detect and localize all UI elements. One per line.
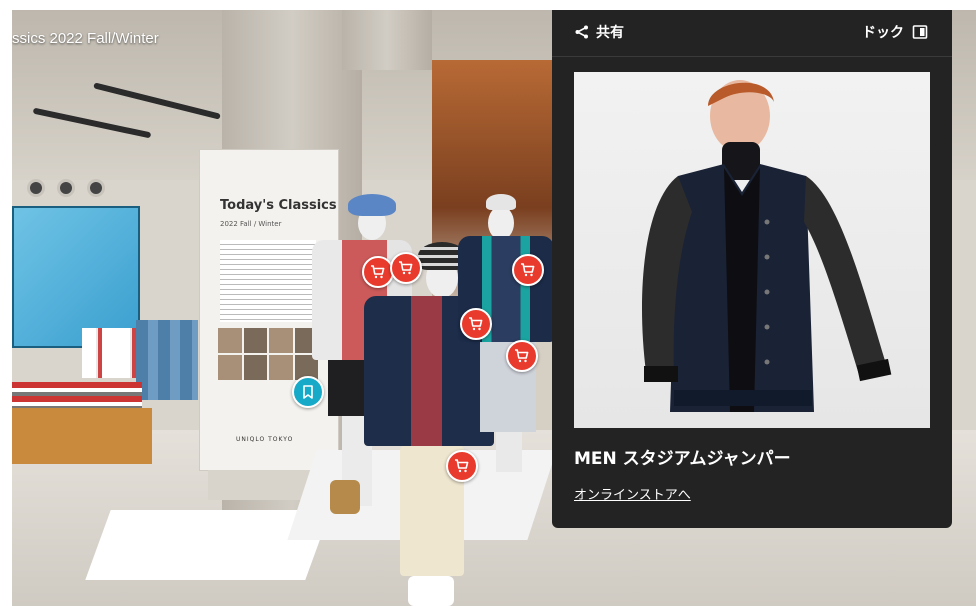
display-table [12,408,152,464]
product-name: MEN スタジアムジャンパー [574,449,791,469]
display-screen-wall [12,206,140,348]
dock-button[interactable]: ドック [862,22,928,42]
product-photo [641,80,892,412]
cart-hotspot[interactable] [512,254,544,286]
panel-header: 共有 ドック [552,10,952,57]
cart-hotspot[interactable] [506,340,538,372]
share-icon [575,25,588,39]
product-image [574,72,930,428]
bookmark-icon [303,385,313,399]
cart-icon [515,349,529,363]
poster-title: Today's Classics [220,198,337,213]
dock-label: ドック [862,25,904,41]
cart-hotspot[interactable] [390,252,422,284]
cart-hotspot[interactable] [460,308,492,340]
cart-icon [455,459,469,473]
bookmark-hotspot[interactable] [292,376,324,408]
online-store-link[interactable]: オンラインストアへ [574,484,691,503]
cart-icon [399,261,413,275]
poster-logo: UNIQLO TOKYO [236,436,294,443]
tshirt-rack [82,328,142,378]
product-panel: 共有 ドック MEN スタジアムジャンパー オンラインストアへ [552,10,952,528]
tour-title: ssics 2022 Fall/Winter [12,30,159,47]
cart-hotspot[interactable] [362,256,394,288]
dock-icon [912,25,928,39]
concrete-pillar [342,10,432,70]
jeans-rack [136,320,198,400]
cart-hotspot[interactable] [446,450,478,482]
poster-photo-grid [218,328,318,380]
poster-subtitle: 2022 Fall / Winter [220,220,282,228]
cart-icon [521,263,535,277]
share-label: 共有 [596,25,624,41]
share-button[interactable]: 共有 [574,22,624,42]
cart-icon [469,317,483,331]
cart-icon [371,265,385,279]
poster-body-text [220,240,316,322]
